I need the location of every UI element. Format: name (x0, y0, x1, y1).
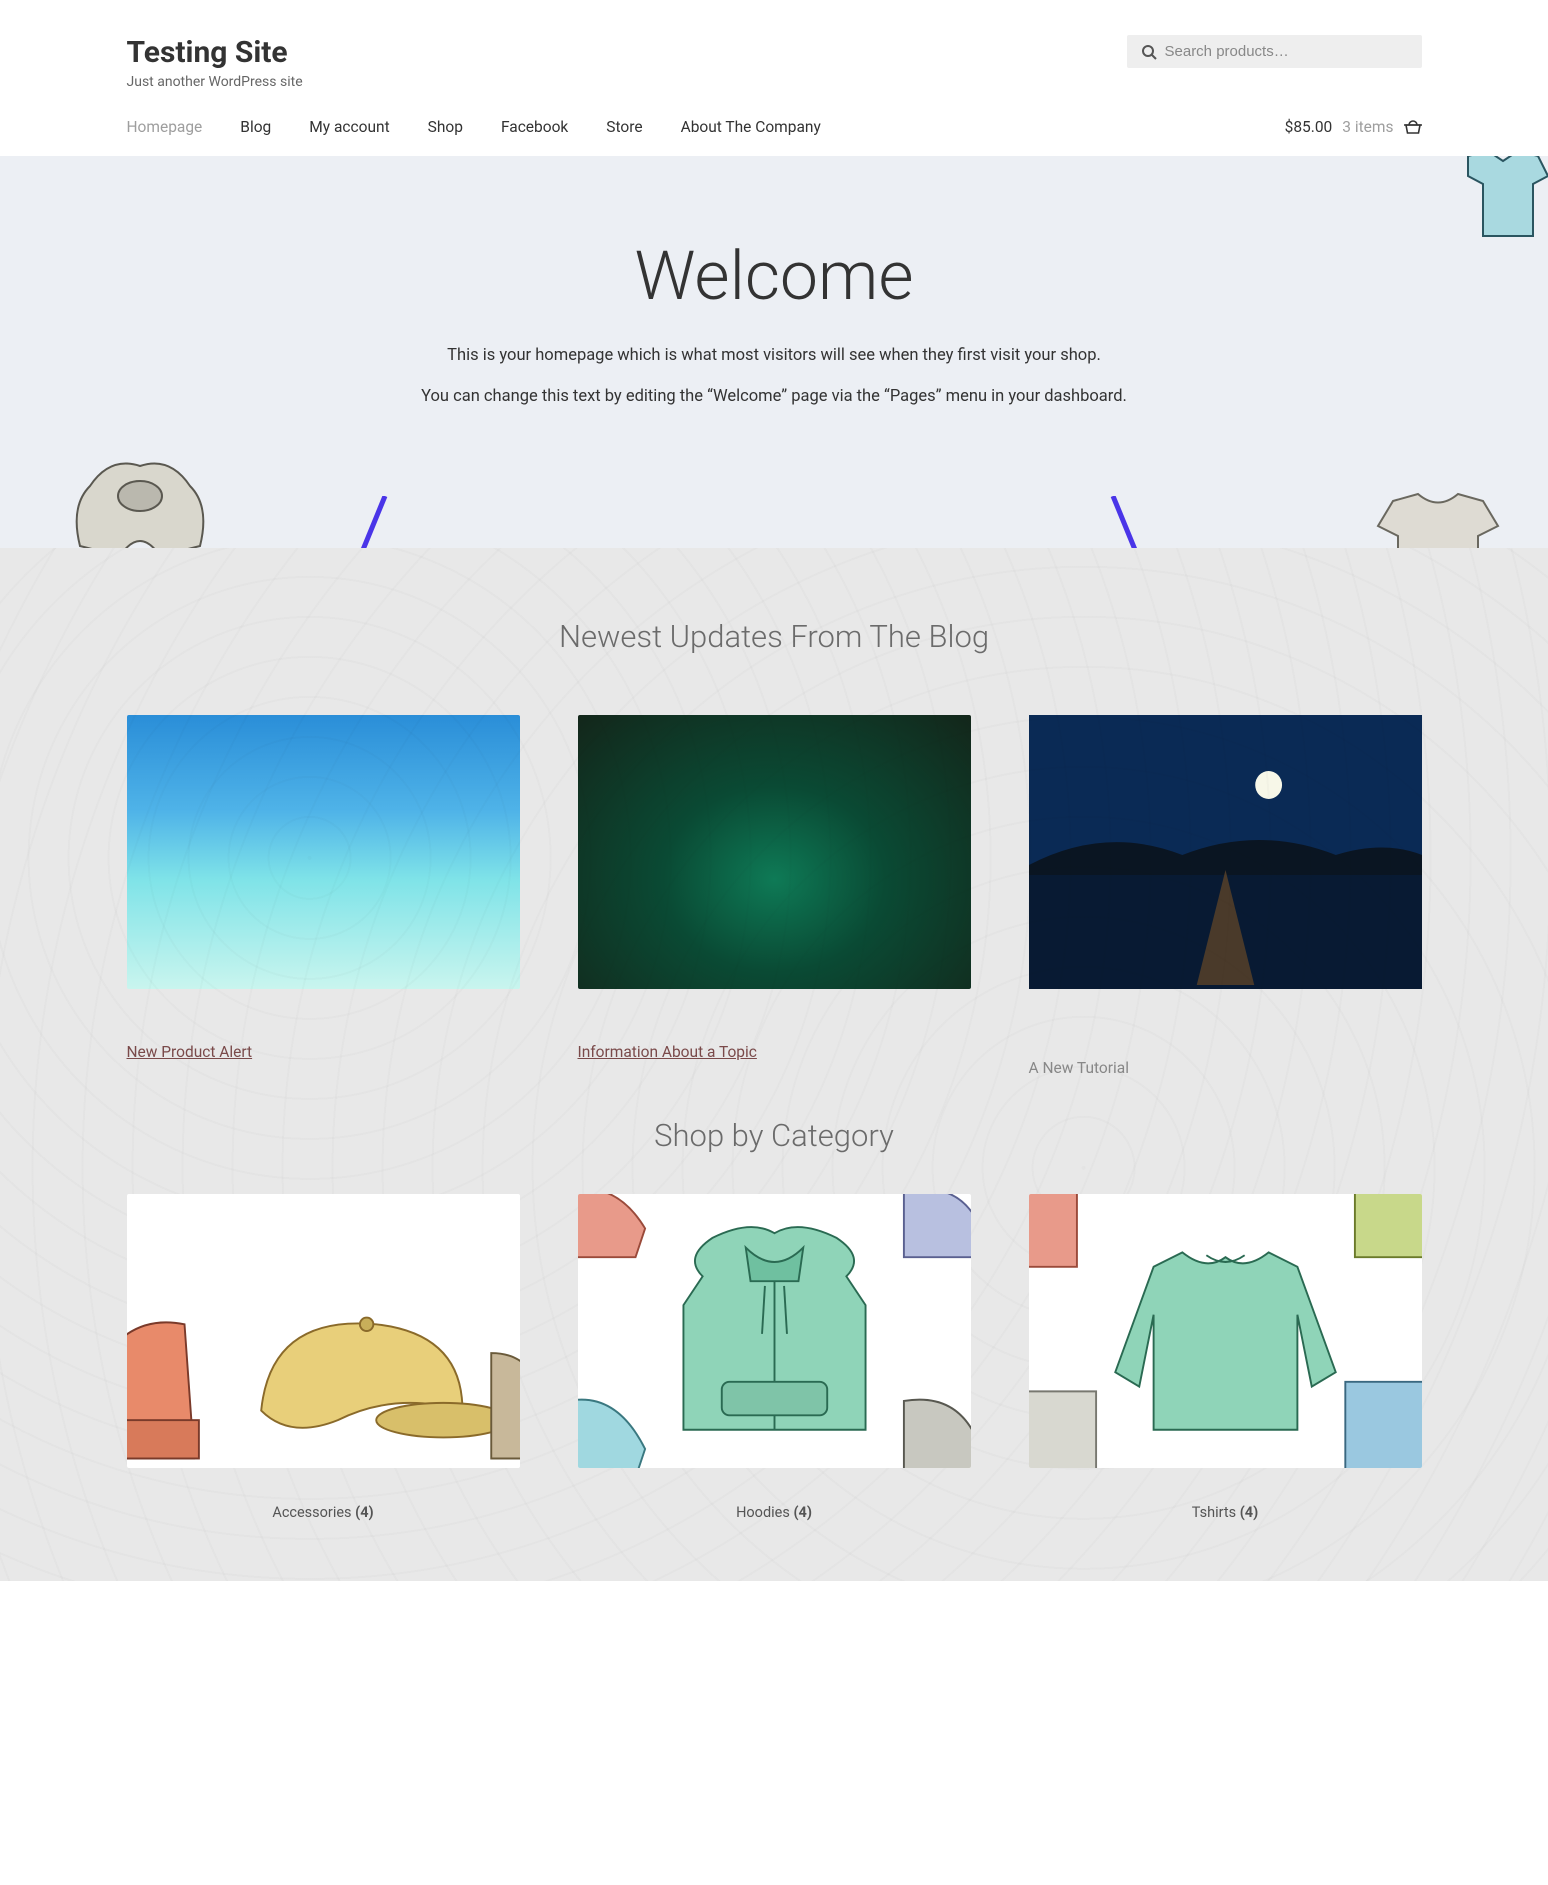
tshirt-illustration-icon (1448, 156, 1548, 246)
category-name: Accessories (272, 1504, 351, 1521)
site-branding: Testing Site Just another WordPress site (127, 35, 303, 90)
category-label: Accessories (4) (127, 1504, 520, 1521)
hoodie-illustration-icon (60, 446, 220, 548)
cart-total: $85.00 (1285, 118, 1333, 136)
nav-blog[interactable]: Blog (240, 118, 271, 136)
nav-shop[interactable]: Shop (428, 118, 463, 136)
cart-count: 3 items (1342, 118, 1393, 136)
post-thumbnail (578, 715, 971, 989)
category-label: Hoodies (4) (578, 1504, 971, 1521)
nav-homepage[interactable]: Homepage (127, 118, 203, 136)
post-thumbnail (127, 715, 520, 989)
post-title-link[interactable]: New Product Alert (127, 1043, 520, 1061)
blog-section: Newest Updates From The Blog New Product… (0, 548, 1548, 1581)
hero-section: Welcome This is your homepage which is w… (0, 156, 1548, 548)
nav-store[interactable]: Store (606, 118, 642, 136)
blog-post-card[interactable]: A New Tutorial (1029, 715, 1422, 1077)
search-input[interactable] (1165, 43, 1408, 60)
cart-link[interactable]: $85.00 3 items (1285, 118, 1422, 136)
category-card[interactable]: Tshirts (4) (1029, 1194, 1422, 1521)
post-thumbnail (1029, 715, 1422, 989)
nav-my-account[interactable]: My account (309, 118, 389, 136)
post-title-link[interactable]: Information About a Topic (578, 1043, 971, 1061)
annotation-arrow-left-icon (290, 496, 400, 548)
post-title-link[interactable]: A New Tutorial (1029, 1059, 1422, 1077)
basket-icon (1404, 119, 1422, 135)
hero-heading: Welcome (0, 236, 1548, 316)
category-section-title: Shop by Category (127, 1117, 1422, 1154)
hero-text-1: This is your homepage which is what most… (0, 346, 1548, 365)
primary-nav: Homepage Blog My account Shop Facebook S… (127, 118, 821, 136)
category-card[interactable]: Hoodies (4) (578, 1194, 971, 1521)
category-thumbnail (578, 1194, 971, 1468)
nav-about[interactable]: About The Company (681, 118, 821, 136)
category-thumbnail (1029, 1194, 1422, 1468)
category-card[interactable]: Accessories (4) (127, 1194, 520, 1521)
category-count: (4) (355, 1504, 373, 1521)
category-name: Hoodies (736, 1504, 790, 1521)
blog-post-card[interactable]: New Product Alert (127, 715, 520, 1077)
site-tagline: Just another WordPress site (127, 74, 303, 90)
category-count: (4) (793, 1504, 811, 1521)
category-thumbnail (127, 1194, 520, 1468)
nav-facebook[interactable]: Facebook (501, 118, 568, 136)
search-box[interactable] (1127, 35, 1422, 68)
category-name: Tshirts (1192, 1504, 1236, 1521)
blog-section-title: Newest Updates From The Blog (127, 618, 1422, 655)
category-count: (4) (1240, 1504, 1258, 1521)
site-title[interactable]: Testing Site (127, 35, 303, 70)
hero-text-2: You can change this text by editing the … (0, 387, 1548, 406)
search-icon (1141, 44, 1157, 60)
annotation-arrow-right-icon (1098, 496, 1208, 548)
tshirt-gray-illustration-icon (1368, 486, 1508, 548)
category-label: Tshirts (4) (1029, 1504, 1422, 1521)
blog-post-card[interactable]: Information About a Topic (578, 715, 971, 1077)
